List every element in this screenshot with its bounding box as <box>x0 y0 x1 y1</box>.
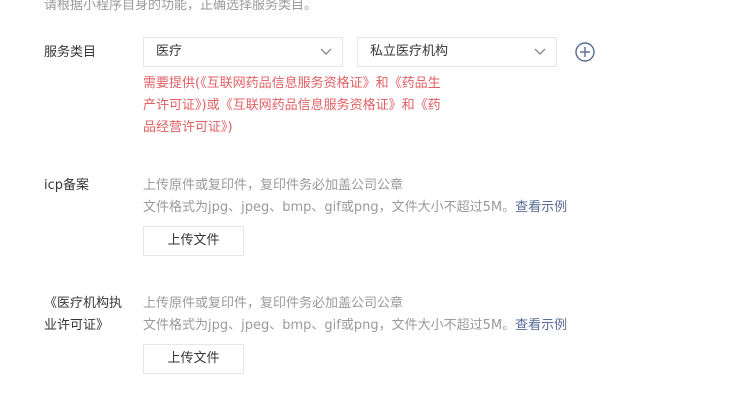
qualification-warning: 需要提供(《互联网药品信息服务资格证》和《药品生产许可证》)或《互联网药品信息服… <box>143 76 441 135</box>
primary-category-select[interactable]: 医疗 <box>143 37 343 67</box>
medical-license-desc-line1: 上传原件或复印件，复印件务必加盖公司公章 <box>143 296 404 311</box>
service-category-label: 服务类目 <box>44 45 97 60</box>
icp-format-text: 文件格式为jpg、jpeg、bmp、gif或png，文件大小不超过5M。 <box>143 200 516 215</box>
chevron-down-icon <box>534 48 546 55</box>
medical-license-desc-line2: 文件格式为jpg、jpeg、bmp、gif或png，文件大小不超过5M。查看示例 <box>143 315 567 337</box>
chevron-down-icon <box>320 48 332 55</box>
icp-example-link[interactable]: 查看示例 <box>515 200 567 215</box>
icp-label: icp备案 <box>44 178 90 193</box>
secondary-category-value: 私立医疗机构 <box>370 44 449 59</box>
category-hint: 请根据小程序自身的功能，正确选择服务类目。 <box>44 0 318 13</box>
service-category-form: 请根据小程序自身的功能，正确选择服务类目。 服务类目 医疗 私立医疗机构 需要提… <box>0 0 732 402</box>
medical-license-label-line2: 业许可证》 <box>44 318 110 333</box>
medical-license-example-link[interactable]: 查看示例 <box>515 318 567 333</box>
medical-license-label: 《医疗机构执 业许可证》 <box>44 293 122 337</box>
secondary-category-select[interactable]: 私立医疗机构 <box>357 37 557 67</box>
medical-license-format-text: 文件格式为jpg、jpeg、bmp、gif或png，文件大小不超过5M。 <box>143 318 516 333</box>
medical-license-upload-button[interactable]: 上传文件 <box>143 344 244 374</box>
icp-upload-button[interactable]: 上传文件 <box>143 226 244 256</box>
icp-desc-line1: 上传原件或复印件，复印件务必加盖公司公章 <box>143 178 404 193</box>
add-category-icon[interactable] <box>575 42 595 62</box>
medical-license-label-line1: 《医疗机构执 <box>44 296 123 311</box>
icp-desc-line2: 文件格式为jpg、jpeg、bmp、gif或png，文件大小不超过5M。查看示例 <box>143 197 567 219</box>
primary-category-value: 医疗 <box>156 44 183 59</box>
